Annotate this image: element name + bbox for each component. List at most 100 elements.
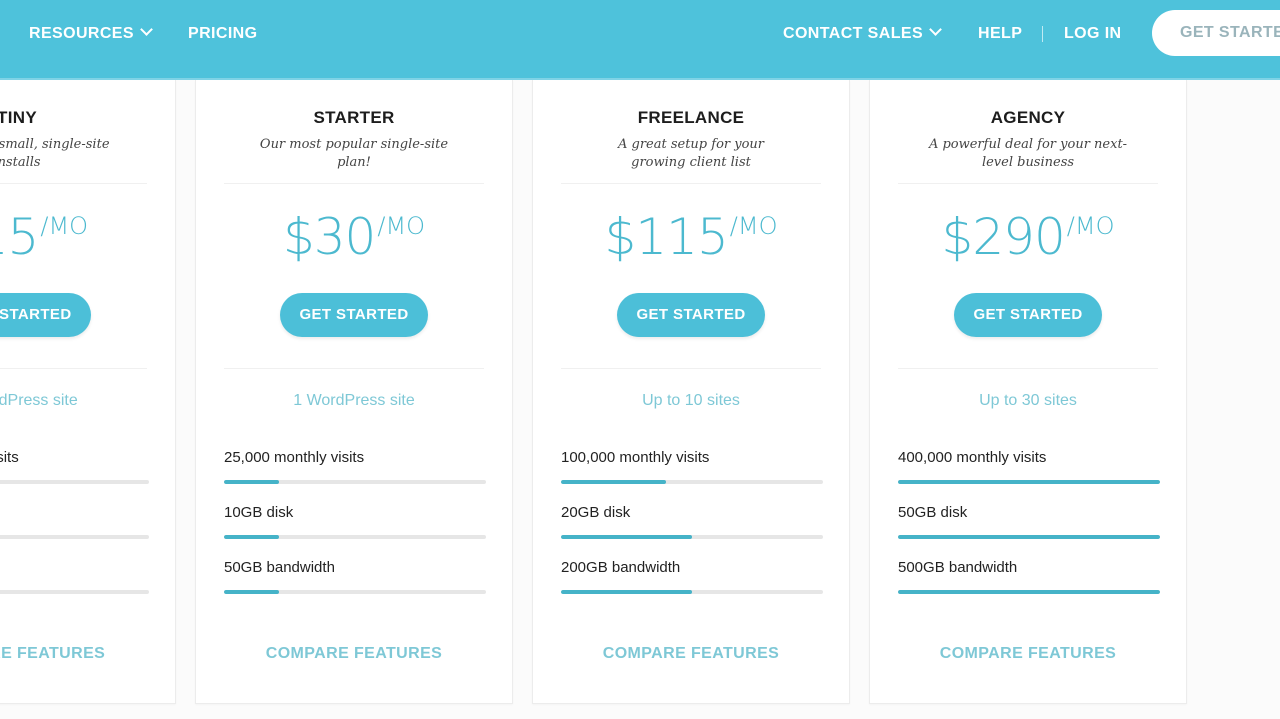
feature-label: 5,000 monthly visits <box>0 449 19 466</box>
feature-bandwidth: 50GB bandwidth <box>224 558 486 594</box>
nav-contact-sales-label: Contact Sales <box>783 25 924 42</box>
feature-label: 25,000 monthly visits <box>224 449 365 466</box>
feature-bar-fill <box>224 590 280 594</box>
feature-bandwidth: 200GB bandwidth <box>561 558 823 594</box>
plan-card-agency: AGENCY A powerful deal for your next-lev… <box>869 80 1187 704</box>
feature-label: 20GB disk <box>561 504 631 521</box>
price-period: /MO <box>377 212 426 240</box>
plan-description: A great setup for your growing client li… <box>617 137 764 170</box>
nav-pricing[interactable]: Pricing <box>188 24 257 44</box>
card-divider <box>224 183 484 184</box>
plan-price: $30/MO <box>196 208 512 266</box>
chevron-down-icon <box>929 23 942 36</box>
nav-help[interactable]: Help <box>978 24 1022 44</box>
nav-login-label: Log In <box>1064 25 1122 42</box>
sites-count: 1 WordPress site <box>293 392 415 409</box>
compare-features-link[interactable]: COMPARE FEATURES <box>0 645 175 663</box>
feature-bar-fill <box>224 535 280 539</box>
nav-get-started-button[interactable]: GET STARTED <box>1152 10 1280 56</box>
plan-description: Perfect for small, single-site installs <box>0 137 110 170</box>
feature-label: 50GB disk <box>898 504 968 521</box>
nav-resources-label: Resources <box>29 25 134 42</box>
feature-disk: 20GB disk <box>561 503 823 539</box>
nav-prev-item-fragment[interactable] <box>6 24 16 44</box>
feature-label: 20GB bandwidth <box>0 558 149 578</box>
plan-card-freelance: FREELANCE A great setup for your growing… <box>532 80 850 704</box>
nav-contact-sales[interactable]: Contact Sales <box>783 23 942 44</box>
plan-name: FREELANCE <box>637 108 745 127</box>
feature-bar-track <box>561 535 823 539</box>
compare-features-link[interactable]: COMPARE FEATURES <box>870 645 1186 663</box>
get-started-button[interactable]: GET STARTED <box>0 293 91 337</box>
price-period: /MO <box>40 212 89 240</box>
feature-bar-track <box>0 590 149 594</box>
feature-bar-track <box>0 535 149 539</box>
feature-visits: 400,000 monthly visits <box>898 448 1160 484</box>
nav-login[interactable]: Log In <box>1064 24 1122 44</box>
feature-bar-track <box>224 535 486 539</box>
feature-bar-track <box>561 480 823 484</box>
compare-features-link[interactable]: COMPARE FEATURES <box>196 645 512 663</box>
feature-label: 5GB disk <box>0 503 149 523</box>
plan-price: $115/MO <box>533 208 849 266</box>
sites-count: Up to 10 sites <box>642 392 740 409</box>
plan-name: TINY <box>0 108 37 127</box>
plan-description: A powerful deal for your next-level busi… <box>928 137 1128 170</box>
sites-count: Up to 30 sites <box>979 392 1077 409</box>
price-amount: $15 <box>0 208 39 266</box>
feature-bar-track <box>898 535 1160 539</box>
feature-visits: 25,000 monthly visits <box>224 448 486 484</box>
feature-label: 200GB bandwidth <box>561 559 681 576</box>
feature-bar-track <box>224 590 486 594</box>
price-amount: $290 <box>941 208 1066 266</box>
feature-bandwidth: 500GB bandwidth <box>898 558 1160 594</box>
nav-divider <box>1042 26 1043 42</box>
plan-name: STARTER <box>313 108 395 127</box>
price-period: /MO <box>729 212 778 240</box>
top-nav: Resources Pricing Contact Sales Help Log… <box>0 0 1280 80</box>
feature-visits: 5,000 monthly visits <box>0 448 149 484</box>
nav-pricing-label: Pricing <box>188 25 258 42</box>
price-amount: $115 <box>604 208 729 266</box>
feature-disk: 10GB disk <box>224 503 486 539</box>
plan-price: $15/MO <box>0 208 175 266</box>
feature-bar-fill <box>561 480 666 484</box>
plan-card-tiny: TINY Perfect for small, single-site inst… <box>0 80 176 704</box>
plan-name: AGENCY <box>990 108 1066 127</box>
card-divider <box>224 368 484 369</box>
sites-count: 1 WordPress site <box>0 392 78 409</box>
chevron-down-icon <box>140 23 153 36</box>
feature-bar-track <box>898 590 1160 594</box>
feature-label: 10GB disk <box>224 504 294 521</box>
feature-bar-track <box>0 480 149 484</box>
feature-label: 400,000 monthly visits <box>898 449 1047 466</box>
get-started-button[interactable]: GET STARTED <box>280 293 428 337</box>
price-period: /MO <box>1066 212 1115 240</box>
card-divider <box>0 183 147 184</box>
feature-bandwidth: 20GB bandwidth <box>0 558 149 594</box>
get-started-button[interactable]: GET STARTED <box>954 293 1102 337</box>
nav-help-label: Help <box>978 25 1023 42</box>
card-divider <box>898 183 1158 184</box>
plan-description: Our most popular single-site plan! <box>259 137 449 170</box>
card-divider <box>561 368 821 369</box>
feature-bar-fill <box>898 480 1160 484</box>
feature-visits: 100,000 monthly visits <box>561 448 823 484</box>
price-amount: $30 <box>282 208 376 266</box>
feature-disk: 5GB disk <box>0 503 149 539</box>
feature-bar-fill <box>561 535 692 539</box>
feature-bar-track <box>224 480 486 484</box>
feature-bar-fill <box>898 535 1160 539</box>
feature-label: 500GB bandwidth <box>898 559 1018 576</box>
get-started-button[interactable]: GET STARTED <box>617 293 765 337</box>
feature-label: 50GB bandwidth <box>224 559 335 576</box>
compare-features-link[interactable]: COMPARE FEATURES <box>533 645 849 663</box>
feature-disk: 50GB disk <box>898 503 1160 539</box>
feature-label: 100,000 monthly visits <box>561 449 710 466</box>
card-divider <box>0 368 147 369</box>
card-divider <box>898 368 1158 369</box>
feature-bar-track <box>561 590 823 594</box>
feature-bar-fill <box>224 480 280 484</box>
plan-price: $290/MO <box>870 208 1186 266</box>
nav-resources[interactable]: Resources <box>29 23 153 44</box>
